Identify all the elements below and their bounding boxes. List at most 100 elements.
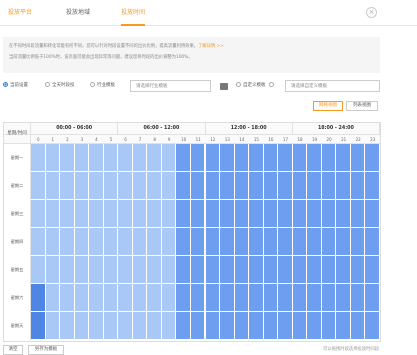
industry-template-select[interactable]: 请选择行业模板 — [130, 80, 211, 92]
schedule-cell[interactable] — [365, 312, 380, 340]
schedule-cell[interactable] — [31, 312, 46, 340]
schedule-cell[interactable] — [278, 144, 293, 172]
schedule-cell[interactable] — [220, 200, 235, 228]
schedule-cell[interactable] — [89, 200, 104, 228]
schedule-cell[interactable] — [263, 228, 279, 256]
schedule-cell[interactable] — [292, 144, 308, 172]
schedule-cell[interactable] — [60, 172, 75, 200]
schedule-cell[interactable] — [190, 228, 206, 256]
schedule-cell[interactable] — [60, 312, 75, 340]
schedule-cell[interactable] — [161, 312, 177, 340]
schedule-cell[interactable] — [292, 284, 308, 312]
schedule-cell[interactable] — [336, 284, 351, 312]
schedule-cell[interactable] — [45, 172, 61, 200]
schedule-cell[interactable] — [147, 312, 162, 340]
schedule-cell[interactable] — [263, 256, 279, 284]
schedule-cell[interactable] — [31, 200, 46, 228]
schedule-cell[interactable] — [336, 144, 351, 172]
schedule-cell[interactable] — [132, 200, 148, 228]
schedule-cell[interactable] — [263, 312, 279, 340]
list-view-button[interactable]: 列表视图 — [346, 101, 378, 111]
schedule-cell[interactable] — [161, 144, 177, 172]
schedule-cell[interactable] — [278, 172, 293, 200]
schedule-cell[interactable] — [147, 200, 162, 228]
schedule-cell[interactable] — [45, 200, 61, 228]
schedule-cell[interactable] — [220, 312, 235, 340]
schedule-cell[interactable] — [147, 172, 162, 200]
schedule-cell[interactable] — [89, 172, 104, 200]
schedule-cell[interactable] — [292, 256, 308, 284]
schedule-cell[interactable] — [74, 172, 90, 200]
schedule-cell[interactable] — [249, 256, 264, 284]
schedule-cell[interactable] — [205, 228, 221, 256]
schedule-cell[interactable] — [205, 200, 221, 228]
schedule-cell[interactable] — [74, 144, 90, 172]
schedule-cell[interactable] — [336, 172, 351, 200]
schedule-cell[interactable] — [365, 200, 380, 228]
schedule-cell[interactable] — [350, 144, 366, 172]
custom-template-select[interactable]: 请选择自定义模板 — [285, 80, 380, 92]
mode-industry[interactable]: 行业模板 — [90, 80, 115, 92]
schedule-cell[interactable] — [74, 228, 90, 256]
schedule-cell[interactable] — [147, 256, 162, 284]
schedule-cell[interactable] — [176, 256, 191, 284]
schedule-cell[interactable] — [132, 312, 148, 340]
schedule-cell[interactable] — [350, 312, 366, 340]
schedule-cell[interactable] — [278, 228, 293, 256]
schedule-cell[interactable] — [321, 144, 337, 172]
schedule-cell[interactable] — [249, 172, 264, 200]
schedule-cell[interactable] — [249, 284, 264, 312]
schedule-cell[interactable] — [205, 256, 221, 284]
schedule-cell[interactable] — [118, 228, 133, 256]
schedule-cell[interactable] — [103, 256, 119, 284]
schedule-cell[interactable] — [45, 312, 61, 340]
schedule-cell[interactable] — [336, 256, 351, 284]
schedule-cell[interactable] — [89, 144, 104, 172]
schedule-cell[interactable] — [190, 284, 206, 312]
schedule-cell[interactable] — [132, 144, 148, 172]
schedule-cell[interactable] — [31, 284, 46, 312]
save-template-button[interactable]: 另存为模板 — [28, 345, 64, 355]
schedule-cell[interactable] — [263, 144, 279, 172]
schedule-cell[interactable] — [60, 200, 75, 228]
schedule-cell[interactable] — [365, 144, 380, 172]
schedule-cell[interactable] — [350, 228, 366, 256]
schedule-cell[interactable] — [234, 200, 250, 228]
template-icon[interactable] — [220, 83, 228, 90]
schedule-cell[interactable] — [336, 312, 351, 340]
schedule-cell[interactable] — [74, 200, 90, 228]
schedule-cell[interactable] — [45, 256, 61, 284]
schedule-cell[interactable] — [45, 284, 61, 312]
schedule-cell[interactable] — [118, 144, 133, 172]
schedule-cell[interactable] — [147, 144, 162, 172]
schedule-cell[interactable] — [321, 256, 337, 284]
schedule-cell[interactable] — [60, 256, 75, 284]
schedule-cell[interactable] — [176, 200, 191, 228]
close-icon[interactable]: × — [366, 7, 377, 18]
schedule-cell[interactable] — [263, 172, 279, 200]
schedule-cell[interactable] — [249, 200, 264, 228]
schedule-cell[interactable] — [190, 172, 206, 200]
schedule-cell[interactable] — [176, 228, 191, 256]
schedule-cell[interactable] — [350, 284, 366, 312]
schedule-cell[interactable] — [60, 284, 75, 312]
schedule-cell[interactable] — [132, 256, 148, 284]
schedule-cell[interactable] — [220, 228, 235, 256]
schedule-cell[interactable] — [205, 172, 221, 200]
schedule-cell[interactable] — [205, 312, 221, 340]
schedule-cell[interactable] — [278, 312, 293, 340]
schedule-cell[interactable] — [365, 256, 380, 284]
schedule-cell[interactable] — [249, 312, 264, 340]
schedule-cell[interactable] — [103, 228, 119, 256]
schedule-cell[interactable] — [307, 200, 322, 228]
schedule-cell[interactable] — [190, 256, 206, 284]
schedule-cell[interactable] — [161, 200, 177, 228]
schedule-cell[interactable] — [176, 172, 191, 200]
tab-platform[interactable]: 投放平台 — [8, 8, 32, 26]
schedule-cell[interactable] — [307, 312, 322, 340]
schedule-cell[interactable] — [74, 284, 90, 312]
learn-more-link[interactable]: 了解详情 >> — [198, 44, 224, 49]
schedule-cell[interactable] — [234, 144, 250, 172]
schedule-cell[interactable] — [365, 284, 380, 312]
schedule-cell[interactable] — [132, 172, 148, 200]
